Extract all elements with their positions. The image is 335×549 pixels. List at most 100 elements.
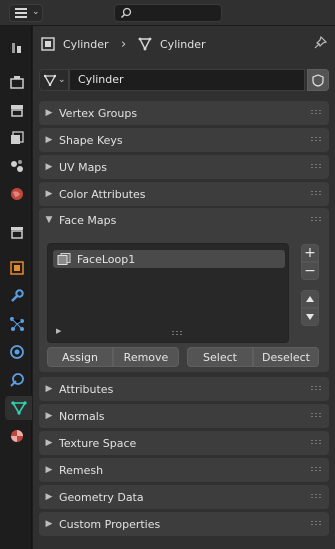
editor-header: ⌄: [0, 0, 335, 26]
add-face-map-button[interactable]: +: [301, 244, 319, 262]
list-item-label: FaceLoop1: [77, 252, 136, 266]
face-map-icon: [57, 253, 71, 265]
panel-title: Attributes: [59, 382, 114, 396]
panel-uv-maps[interactable]: ▶ UV Maps: [39, 155, 329, 179]
move-down-button[interactable]: [301, 308, 319, 326]
editor-type-button[interactable]: ⌄: [9, 4, 43, 22]
chevron-right-icon: ▶: [45, 438, 53, 448]
particles-tab[interactable]: [5, 312, 29, 336]
chevron-right-icon: ▶: [45, 465, 53, 475]
mesh-data-icon: [44, 74, 56, 86]
panel-title: Face Maps: [59, 213, 117, 227]
panel-custom-properties[interactable]: ▶ Custom Properties: [39, 512, 329, 536]
chevron-right-icon: ▶: [45, 108, 53, 118]
collection-icon: [11, 227, 23, 239]
panel-title: UV Maps: [59, 160, 108, 174]
panel-normals[interactable]: ▶ Normals: [39, 404, 329, 428]
mesh-data-icon: [10, 401, 27, 415]
view-layer-tab[interactable]: [5, 126, 29, 150]
physics-icon: [10, 345, 24, 359]
panel-attributes[interactable]: ▶ Attributes: [39, 377, 329, 401]
modifiers-tab[interactable]: [5, 284, 29, 308]
breadcrumb-mesh: Cylinder: [138, 36, 206, 52]
output-icon: [11, 105, 23, 117]
render-tab[interactable]: [5, 70, 29, 94]
chevron-down-icon: ⌄: [58, 75, 66, 85]
drag-handle-icon[interactable]: [311, 110, 323, 116]
drag-handle-icon[interactable]: [311, 440, 323, 446]
remove-face-map-button[interactable]: −: [301, 262, 319, 280]
tool-icon: [12, 43, 21, 53]
particles-icon: [10, 317, 24, 331]
panel-title: Remesh: [59, 463, 104, 477]
triangle-up-icon: [306, 296, 314, 302]
scene-tab[interactable]: [5, 154, 29, 178]
shield-icon: [312, 73, 324, 87]
drag-handle-icon[interactable]: [311, 467, 323, 473]
object-icon: [41, 37, 55, 51]
assign-button[interactable]: Assign: [47, 347, 113, 367]
panel-title: Texture Space: [59, 436, 137, 450]
drag-handle-icon[interactable]: [311, 494, 323, 500]
drag-handle-icon[interactable]: [311, 164, 323, 170]
select-button[interactable]: Select: [187, 347, 253, 367]
drag-handle-icon[interactable]: [311, 191, 323, 197]
chevron-right-icon: ▶: [45, 492, 53, 502]
panel-title: Shape Keys: [59, 133, 123, 147]
world-tab[interactable]: [5, 182, 29, 206]
breadcrumb-mesh-name: Cylinder: [160, 37, 206, 51]
data-tab[interactable]: [5, 396, 32, 420]
properties-main: Cylinder › Cylinder ⌄ Cylinder ▶ Vertex …: [33, 26, 335, 549]
scene-icon: [11, 160, 23, 172]
chevron-right-icon: ▶: [45, 519, 53, 529]
panel-geometry-data[interactable]: ▶ Geometry Data: [39, 485, 329, 509]
chevron-down-icon: ⌄: [32, 7, 40, 17]
mesh-datablock-selector: ⌄ Cylinder: [39, 69, 329, 91]
object-icon: [10, 261, 24, 275]
remove-button[interactable]: Remove: [113, 347, 179, 367]
list-resize-handle-icon[interactable]: [172, 331, 184, 337]
drag-handle-icon[interactable]: [311, 386, 323, 392]
chevron-right-icon: ›: [121, 36, 127, 52]
panel-color-attributes[interactable]: ▶ Color Attributes: [39, 182, 329, 206]
search-icon: [120, 7, 132, 19]
deselect-button[interactable]: Deselect: [253, 347, 319, 367]
fake-user-button[interactable]: [307, 69, 329, 91]
collection-tab[interactable]: [5, 220, 29, 244]
panel-texture-space[interactable]: ▶ Texture Space: [39, 431, 329, 455]
chevron-right-icon: ▶: [45, 135, 53, 145]
panel-vertex-groups[interactable]: ▶ Vertex Groups: [39, 101, 329, 125]
breadcrumb-separator: ›: [121, 36, 126, 52]
breadcrumb: Cylinder › Cylinder: [33, 32, 335, 56]
breadcrumb-object-name: Cylinder: [63, 37, 109, 51]
tool-tab[interactable]: [5, 36, 29, 60]
object-tab[interactable]: [5, 256, 29, 280]
panel-title: Normals: [59, 409, 105, 423]
triangle-down-icon: [306, 314, 314, 320]
drag-handle-icon[interactable]: [311, 137, 323, 143]
constraints-tab[interactable]: [5, 368, 29, 392]
physics-tab[interactable]: [5, 340, 29, 364]
panel-shape-keys[interactable]: ▶ Shape Keys: [39, 128, 329, 152]
face-maps-list[interactable]: FaceLoop1 ▶: [47, 243, 289, 343]
filter-toggle-icon[interactable]: ▶: [56, 327, 61, 335]
panel-face-maps-header[interactable]: ▼ Face Maps: [39, 208, 329, 232]
chevron-down-icon: ▼: [45, 215, 53, 225]
mesh-name-field[interactable]: Cylinder: [69, 69, 305, 91]
world-icon: [11, 188, 23, 200]
material-icon: [11, 430, 23, 442]
output-tab[interactable]: [5, 98, 29, 122]
drag-handle-icon[interactable]: [311, 521, 323, 527]
constraints-icon: [10, 373, 24, 387]
move-up-button[interactable]: [301, 290, 319, 308]
drag-handle-icon[interactable]: [311, 413, 323, 419]
panel-remesh[interactable]: ▶ Remesh: [39, 458, 329, 482]
list-item[interactable]: FaceLoop1: [53, 250, 285, 268]
search-input[interactable]: [114, 4, 222, 22]
drag-handle-icon[interactable]: [311, 217, 323, 223]
chevron-right-icon: ▶: [45, 411, 53, 421]
pin-icon[interactable]: [313, 35, 328, 53]
material-tab[interactable]: [5, 424, 29, 448]
render-icon: [10, 76, 24, 89]
mesh-browse-button[interactable]: ⌄: [39, 69, 69, 91]
